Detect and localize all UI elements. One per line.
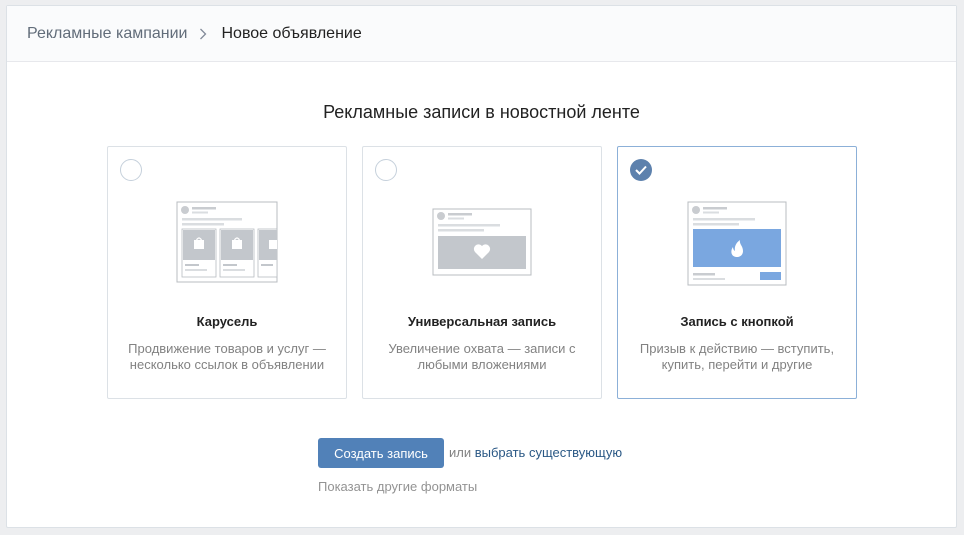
choose-existing-line: или выбрать существующую <box>449 445 622 460</box>
button-post-illustration <box>618 201 856 287</box>
create-post-button[interactable]: Создать запись <box>318 438 444 468</box>
radio-universal[interactable] <box>375 159 397 181</box>
format-card-universal[interactable]: Универсальная запись Увеличение охвата —… <box>362 146 602 399</box>
radio-button-post[interactable] <box>630 159 652 181</box>
breadcrumb: Рекламные кампании Новое объявление <box>7 6 956 62</box>
show-other-formats-link[interactable]: Показать другие форматы <box>318 479 477 494</box>
card-description: Продвижение товаров и услуг — несколько … <box>128 341 326 372</box>
carousel-illustration <box>108 201 346 283</box>
main-panel: Рекламные кампании Новое объявление Рекл… <box>6 5 957 528</box>
card-description: Призыв к действию — вступить, купить, пе… <box>639 341 835 372</box>
breadcrumb-current: Новое объявление <box>221 24 362 42</box>
card-title: Универсальная запись <box>407 314 557 329</box>
chevron-right-icon <box>199 28 211 40</box>
choose-existing-link[interactable]: выбрать существующую <box>475 445 622 460</box>
format-card-carousel[interactable]: Карусель Продвижение товаров и услуг — н… <box>107 146 347 399</box>
section-title: Рекламные записи в новостной ленте <box>323 102 640 122</box>
card-title: Карусель <box>196 314 258 329</box>
check-icon <box>635 165 647 175</box>
radio-carousel[interactable] <box>120 159 142 181</box>
or-text: или <box>449 445 472 460</box>
universal-post-illustration <box>363 201 601 283</box>
breadcrumb-parent-link[interactable]: Рекламные кампании <box>27 25 187 43</box>
format-card-button-post[interactable]: Запись с кнопкой Призыв к действию — вст… <box>617 146 857 399</box>
card-title: Запись с кнопкой <box>680 314 794 329</box>
card-description: Увеличение охвата — записи с любыми влож… <box>388 341 576 372</box>
